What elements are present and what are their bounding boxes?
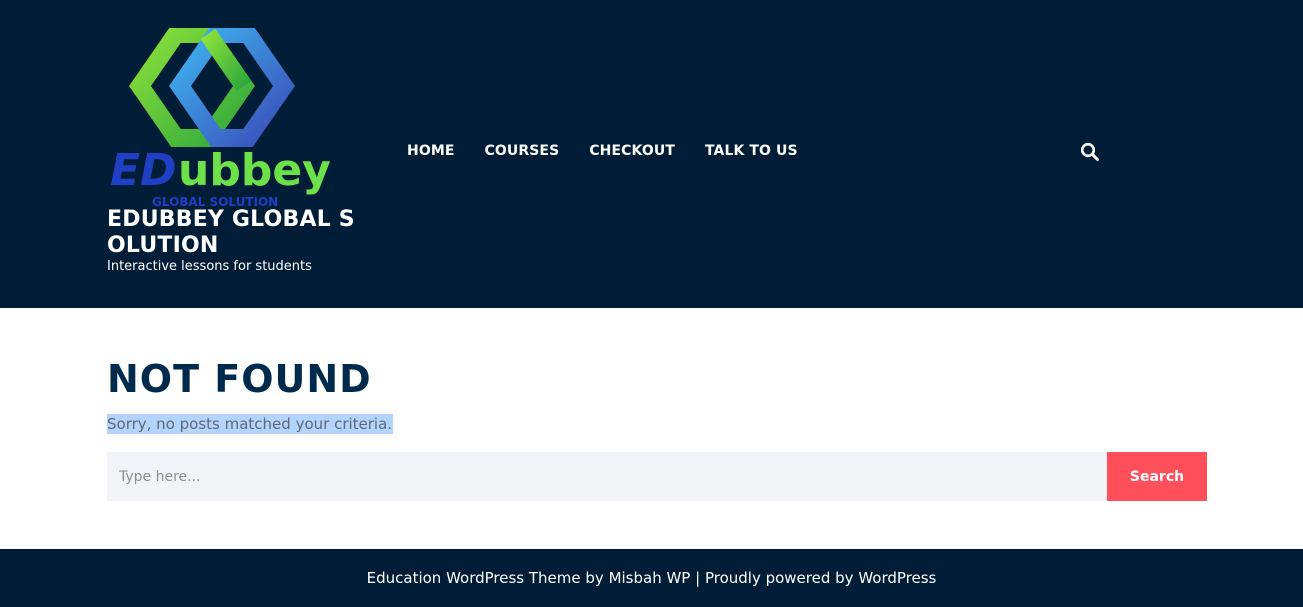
nav-item-home[interactable]: HOME (407, 142, 455, 160)
search-form: Search (107, 452, 1207, 501)
nav-item-talk-to-us[interactable]: TALK TO US (705, 142, 798, 160)
logo-wordmark-ed: ED (110, 145, 177, 196)
footer-separator: | (690, 569, 705, 587)
logo-wordmark-rest: ubbey (178, 145, 331, 196)
footer-theme-link[interactable]: Education WordPress Theme (367, 569, 581, 587)
footer-author-link[interactable]: Misbah WP (609, 569, 691, 587)
logo-graphic: ED ubbey GLOBAL SOLUTION (110, 28, 331, 209)
search-button[interactable]: Search (1107, 452, 1207, 501)
nav-item-courses[interactable]: COURSES (485, 142, 560, 160)
primary-nav: HOME COURSES CHECKOUT TALK TO US (407, 142, 798, 160)
footer-powered-text: Proudly powered by (704, 569, 859, 587)
page-title: NOT FOUND (107, 357, 372, 401)
nav-item-checkout[interactable]: CHECKOUT (589, 142, 675, 160)
site-title[interactable]: EDUBBEY GLOBAL SOLUTION (107, 207, 357, 259)
footer-wordpress-link[interactable]: WordPress (858, 569, 936, 587)
site-logo[interactable]: ED ubbey GLOBAL SOLUTION (106, 28, 336, 210)
site-footer: Education WordPress Theme by Misbah WP |… (0, 549, 1303, 607)
search-icon[interactable] (1080, 142, 1100, 162)
main-content: NOT FOUND Sorry, no posts matched your c… (0, 308, 1303, 549)
site-header: ED ubbey GLOBAL SOLUTION EDUBBEY GLOBAL … (0, 0, 1303, 308)
site-tagline: Interactive lessons for students (107, 259, 312, 274)
not-found-message: Sorry, no posts matched your criteria. (107, 414, 394, 434)
footer-by-text: by (580, 569, 609, 587)
search-input[interactable] (107, 452, 1107, 501)
